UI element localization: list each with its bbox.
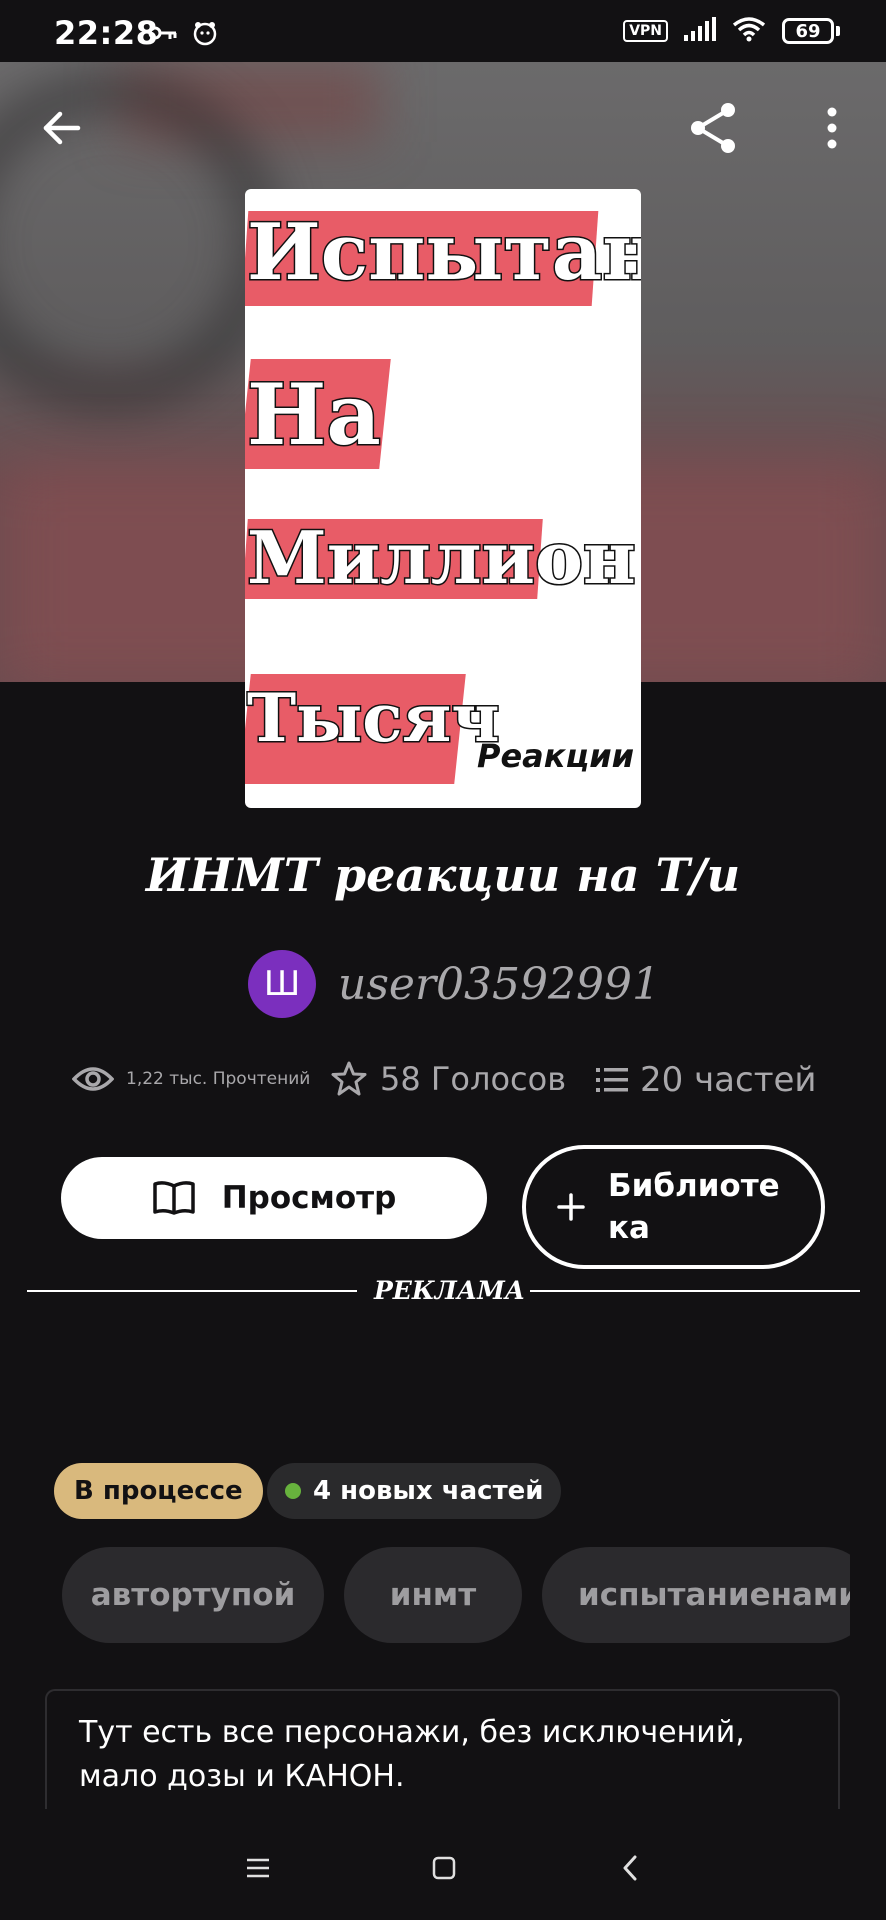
home-button[interactable]	[414, 1838, 474, 1898]
story-description: Тут есть все персонажи, без исключений, …	[45, 1689, 840, 1809]
reads-stat: 1,22 тыс. Прочтений	[72, 1064, 310, 1094]
cover-tag: Реакции	[477, 737, 635, 775]
cover-word: Миллион	[246, 514, 638, 602]
status-badge: В процессе	[54, 1463, 263, 1519]
read-button[interactable]: Просмотр	[61, 1157, 487, 1239]
avatar[interactable]: Ш	[248, 950, 316, 1018]
new-parts-label: 4 новых частей	[313, 1476, 544, 1506]
library-button-label: Библиотека	[608, 1168, 780, 1246]
author-link[interactable]: Ш user03592991	[248, 950, 660, 1018]
share-icon	[691, 103, 735, 153]
tag-chip[interactable]: автортупой	[62, 1547, 324, 1643]
author-name[interactable]: user03592991	[338, 959, 660, 1010]
add-to-library-button[interactable]: Библиотека	[522, 1145, 825, 1269]
star-icon	[331, 1061, 367, 1096]
vpn-badge: VPN	[623, 20, 668, 42]
menu-icon	[247, 1858, 269, 1878]
cover-word: На	[246, 364, 383, 466]
tag-chip[interactable]: испытаниенамил	[542, 1547, 850, 1643]
new-parts-badge: 4 новых частей	[267, 1463, 562, 1519]
tag-list: автортупой инмт испытаниенамил	[62, 1547, 850, 1643]
back-button[interactable]	[32, 98, 92, 158]
chevron-left-icon	[623, 1855, 637, 1881]
wifi-icon	[732, 16, 766, 46]
tag-chip[interactable]: инмт	[344, 1547, 522, 1643]
more-vertical-icon	[827, 107, 837, 149]
battery-indicator: 69	[782, 18, 840, 44]
system-nav-bar	[0, 1812, 886, 1920]
cover-word: Тысяч	[246, 678, 502, 759]
signal-icon	[684, 17, 716, 45]
parts-stat: 20 частей	[596, 1060, 817, 1100]
story-cover[interactable]: Испытание На Миллион Тысяч Реакции	[245, 189, 641, 808]
story-stats: 1,22 тыс. Прочтений 58 Голосов 20 частей	[0, 1060, 886, 1110]
key-icon	[148, 25, 178, 45]
more-options-button[interactable]	[802, 98, 862, 158]
votes-count: 58 Голосов	[380, 1060, 567, 1098]
eye-icon	[72, 1067, 114, 1091]
story-title: ИНМТ реакции на Т/и	[145, 848, 741, 902]
list-icon	[596, 1068, 628, 1092]
square-icon	[432, 1856, 456, 1880]
plus-icon	[557, 1193, 585, 1221]
parts-count: 20 частей	[640, 1060, 817, 1100]
arrow-left-icon	[43, 111, 81, 145]
back-nav-button[interactable]	[600, 1838, 660, 1898]
votes-stat: 58 Голосов	[330, 1060, 566, 1098]
open-book-icon	[152, 1181, 195, 1215]
ad-label: РЕКЛАМА	[374, 1276, 526, 1305]
share-button[interactable]	[684, 98, 744, 158]
read-button-label: Просмотр	[221, 1180, 397, 1216]
recents-button[interactable]	[228, 1838, 288, 1898]
cover-word: Испытание	[246, 206, 641, 300]
bear-icon	[192, 20, 218, 50]
status-bar: 22:28 VPN 69	[0, 0, 886, 62]
ad-divider: РЕКЛАМА	[0, 1276, 886, 1306]
status-time: 22:28	[54, 14, 159, 52]
reads-count: 1,22 тыс. Прочтений	[126, 1069, 311, 1089]
new-dot-icon	[285, 1483, 301, 1499]
